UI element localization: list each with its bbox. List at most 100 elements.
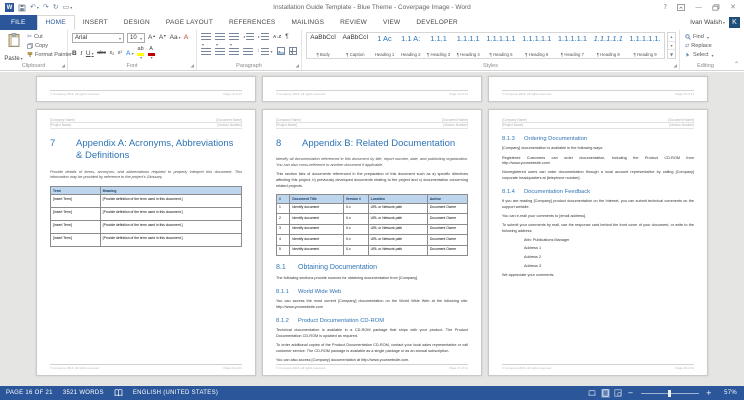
- font-color-button[interactable]: A: [147, 46, 155, 60]
- superscript-button[interactable]: x2: [118, 50, 123, 56]
- touch-mode-icon[interactable]: ▭: [63, 4, 73, 11]
- align-right-button[interactable]: [229, 47, 239, 55]
- table-cell[interactable]: Document Owner: [426, 213, 469, 225]
- address-line[interactable]: Address 1: [524, 246, 694, 252]
- table-cell[interactable]: X.x: [342, 223, 369, 236]
- tab-mailings[interactable]: MAILINGS: [283, 15, 332, 30]
- paragraph[interactable]: You can also access [Company] documentat…: [276, 358, 468, 364]
- paragraph[interactable]: [Company] documentation is available in …: [502, 146, 694, 152]
- partial-page-13[interactable]: © Company 2016. All rights reserved. Page…: [36, 76, 256, 102]
- table-cell[interactable]: X.x: [342, 213, 369, 225]
- minimize-icon[interactable]: —: [695, 4, 702, 11]
- address-line[interactable]: Attn: Publications Manager: [524, 238, 694, 244]
- table-cell[interactable]: Identify document: [289, 213, 344, 225]
- style--heading-3[interactable]: 1.1.1 ¶ Heading 3: [424, 33, 454, 58]
- clipboard-dialog-launcher[interactable]: ◢: [62, 64, 65, 69]
- table-cell[interactable]: X.x: [342, 234, 369, 246]
- multilevel-list-button[interactable]: [229, 33, 239, 40]
- table-cell[interactable]: Identify document: [289, 202, 344, 215]
- styles-dialog-launcher[interactable]: ◢: [674, 64, 677, 69]
- gallery-scroll-up-icon[interactable]: ▴: [668, 33, 675, 42]
- intro-paragraph[interactable]: Provide details of terms, acronyms, and …: [50, 170, 242, 181]
- table-cell[interactable]: 3: [275, 223, 291, 236]
- paragraph[interactable]: Nonregistered users can order documentat…: [502, 170, 694, 181]
- table-cell[interactable]: Document Owner: [426, 234, 469, 246]
- font-dialog-launcher[interactable]: ◢: [191, 64, 194, 69]
- tab-references[interactable]: REFERENCES: [221, 15, 283, 30]
- gallery-more-icon[interactable]: ▼: [668, 50, 675, 58]
- undo-icon[interactable]: ↶: [30, 4, 39, 11]
- table-cell[interactable]: X.x: [342, 244, 369, 257]
- format-painter-button[interactable]: Format Painter: [27, 52, 72, 58]
- address-line[interactable]: Address 2: [524, 255, 694, 261]
- section-heading-8-1-4[interactable]: 8.1.4 Documentation Feedback: [502, 189, 694, 196]
- italic-button[interactable]: I: [80, 50, 82, 57]
- tab-page-layout[interactable]: PAGE LAYOUT: [158, 15, 221, 30]
- gallery-scroll-down-icon[interactable]: ▾: [668, 42, 675, 51]
- select-button[interactable]: Select: [685, 52, 714, 58]
- document-area[interactable]: © Company 2016. All rights reserved. Page…: [0, 72, 744, 386]
- table-cell[interactable]: 1: [275, 202, 291, 215]
- tab-review[interactable]: REVIEW: [332, 15, 375, 30]
- tab-developer[interactable]: DEVELOPER: [408, 15, 466, 30]
- repeat-icon[interactable]: ↻: [53, 4, 59, 11]
- save-icon[interactable]: [18, 4, 26, 12]
- paragraph[interactable]: Technical documentation is available in …: [276, 328, 468, 339]
- tab-view[interactable]: VIEW: [375, 15, 408, 30]
- word-logo-icon[interactable]: W: [5, 3, 14, 12]
- highlight-color-button[interactable]: ab: [137, 46, 145, 60]
- numbering-button[interactable]: [215, 33, 225, 40]
- section-heading-8-1-2[interactable]: 8.1.2 Product Documentation CD-ROM: [276, 318, 468, 325]
- paragraph[interactable]: To submit your comments by mail, use the…: [502, 223, 694, 234]
- table-header-cell[interactable]: Author: [426, 194, 469, 204]
- sort-button[interactable]: A↓Z: [273, 34, 281, 39]
- underline-button[interactable]: U: [86, 50, 94, 57]
- decrease-indent-button[interactable]: ◂: [243, 33, 255, 40]
- justify-button[interactable]: [243, 47, 253, 55]
- shrink-font-button[interactable]: A▼: [159, 34, 167, 42]
- table-header-cell[interactable]: Version #: [342, 194, 369, 204]
- table-cell[interactable]: 4: [275, 234, 291, 246]
- section-heading-8-1-3[interactable]: 8.1.3 Ordering Documentation: [502, 136, 694, 143]
- table-cell[interactable]: [Provide definition of the term used in …: [99, 194, 243, 209]
- copy-button[interactable]: Copy: [27, 43, 72, 49]
- align-center-button[interactable]: [215, 47, 225, 55]
- paragraph[interactable]: The following sections provide sources f…: [276, 276, 468, 282]
- change-case-button[interactable]: Aa: [170, 34, 181, 42]
- style--heading-8[interactable]: 1.1.1.1.1 ¶ Heading 8: [590, 33, 626, 58]
- section-heading-8-1-1[interactable]: 8.1.1 World Wide Web: [276, 289, 468, 296]
- page-18[interactable]: [Company Name] [Document Name] [Project N…: [488, 109, 708, 376]
- style--body[interactable]: AaBbCcI ¶ Body: [307, 33, 339, 58]
- strikethrough-button[interactable]: abc: [97, 50, 106, 56]
- table-cell[interactable]: [Insert Term]: [50, 220, 101, 235]
- restore-icon[interactable]: [712, 4, 720, 11]
- paste-button[interactable]: Paste: [3, 32, 24, 63]
- paragraph[interactable]: If you are reading [Company] product doc…: [502, 199, 694, 210]
- font-size-combo[interactable]: 10: [127, 33, 145, 43]
- table-header-cell[interactable]: Document Title: [289, 194, 344, 204]
- grow-font-button[interactable]: A▲: [148, 34, 156, 42]
- bullets-button[interactable]: [201, 33, 211, 40]
- intro-paragraph[interactable]: Identify all documentation referenced in…: [276, 157, 468, 168]
- paragraph[interactable]: To order additional copies of the Produc…: [276, 343, 468, 354]
- partial-page-14[interactable]: © Company 2016. All rights reserved. Page…: [262, 76, 482, 102]
- appendix-b-heading[interactable]: 8 Appendix B: Related Documentation: [276, 138, 468, 150]
- page-16[interactable]: [Company Name] [Document Name] [Project N…: [36, 109, 256, 376]
- subscript-button[interactable]: x2: [109, 50, 114, 56]
- language-indicator[interactable]: ENGLISH (UNITED STATES): [133, 390, 218, 396]
- appendix-a-heading[interactable]: 7 Appendix A: Acronyms, Abbreviations & D…: [50, 138, 242, 163]
- tab-file[interactable]: FILE: [0, 15, 37, 30]
- style--heading-7[interactable]: 1.1.1.1.1 ¶ Heading 7: [555, 33, 591, 58]
- style-heading-1[interactable]: 1 Ac Heading 1: [371, 33, 397, 58]
- table-cell[interactable]: Document Owner: [426, 202, 469, 215]
- zoom-level[interactable]: 57%: [717, 390, 737, 396]
- table-cell[interactable]: Document Owner: [426, 223, 469, 236]
- partial-page-15[interactable]: © Company 2016. All rights reserved. Page…: [488, 76, 708, 102]
- account-name[interactable]: Ivan Walsh: [690, 19, 725, 26]
- table-header-cell[interactable]: Location: [367, 194, 428, 204]
- table-cell[interactable]: [Provide definition of the term used in …: [99, 233, 243, 248]
- zoom-out-button[interactable]: −: [628, 389, 634, 397]
- page-17[interactable]: [Company Name] [Document Name] [Project N…: [262, 109, 482, 376]
- print-layout-button[interactable]: [600, 388, 610, 398]
- style--heading-6[interactable]: 1.1.1.1.1 ¶ Heading 6: [519, 33, 555, 58]
